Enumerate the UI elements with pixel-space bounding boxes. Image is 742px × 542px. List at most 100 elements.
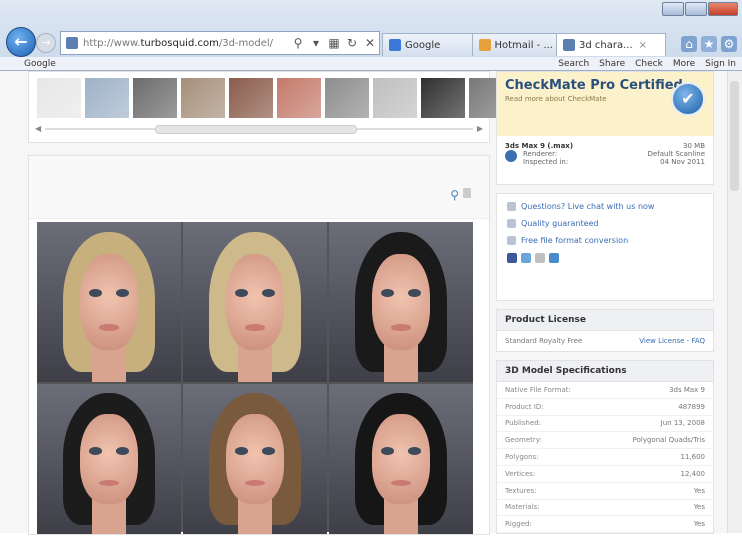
gallery-thumbnail[interactable] (229, 78, 273, 118)
close-tab-icon[interactable]: × (639, 40, 647, 51)
checkmate-banner: CheckMate Pro Certified Read more about … (497, 72, 713, 136)
license-type: Standard Royalty Free (505, 337, 583, 345)
tab-label: Google (405, 39, 441, 51)
spec-label: Materials: (505, 503, 540, 512)
renderer-label: Renderer: (523, 150, 558, 158)
spec-row: Native File Format: 3ds Max 9 (497, 382, 713, 399)
spec-value: 11,600 (680, 453, 706, 462)
sidebar: CheckMate Pro Certified Read more about … (496, 71, 714, 542)
renderer-value: Default Scanline (647, 150, 705, 158)
page-favicon-icon (563, 39, 575, 51)
spec-row: Geometry: Polygonal Quads/Tris (497, 432, 713, 450)
gallery-thumbnail[interactable] (181, 78, 225, 118)
dropdown-icon[interactable]: ▾ (307, 36, 325, 50)
live-chat-link[interactable]: Questions? Live chat with us now (507, 202, 703, 211)
image-viewer: ⚲ (28, 155, 490, 535)
link-label: Free file format conversion (521, 236, 629, 245)
tab-hotmail[interactable]: Hotmail - ... (472, 33, 560, 56)
checkmate-mini-icon (505, 150, 517, 162)
gallery-thumbnail[interactable] (133, 78, 177, 118)
gear-icon[interactable]: ⚙ (721, 36, 737, 52)
google-toolbar-logo[interactable]: Google (24, 59, 56, 69)
character-render (183, 384, 327, 534)
favorites-star-icon[interactable]: ★ (701, 36, 717, 52)
toolbar-more-button[interactable]: More (673, 59, 695, 69)
gallery-thumbnail[interactable] (421, 78, 465, 118)
toolbar-share-button[interactable]: Share (599, 59, 625, 69)
facebook-icon[interactable] (507, 253, 517, 263)
toolbar-check-button[interactable]: Check (635, 59, 663, 69)
spec-value: Jun 13, 2008 (660, 419, 705, 428)
stop-icon[interactable]: ✕ (361, 36, 379, 50)
gallery-thumbnail[interactable] (373, 78, 417, 118)
tab-google[interactable]: Google (382, 33, 474, 56)
gallery-scrollbar[interactable]: ◀ ▶ (35, 124, 483, 134)
spec-value: Yes (693, 503, 705, 512)
window-controls (662, 2, 738, 16)
spec-row: Materials: Yes (497, 500, 713, 517)
spec-label: Vertices: (505, 469, 536, 478)
view-license-link[interactable]: View License - FAQ (639, 337, 705, 345)
specs-box: 3D Model Specifications Native File Form… (496, 360, 714, 535)
email-icon[interactable] (535, 253, 545, 263)
check-icon (507, 219, 516, 228)
address-bar[interactable]: http://www.turbosquid.com/3d-model/ ⚲ ▾ … (60, 31, 380, 55)
spec-row: Rigged: Yes (497, 516, 713, 534)
scroll-right-icon[interactable]: ▶ (477, 124, 483, 133)
spec-value: 3ds Max 9 (669, 385, 705, 394)
character-render (37, 222, 181, 382)
toolbar-search-button[interactable]: Search (558, 59, 589, 69)
forward-button[interactable]: → (36, 33, 56, 53)
search-icon[interactable]: ⚲ (289, 36, 307, 50)
fullscreen-icon[interactable] (463, 188, 471, 198)
page-scrollbar[interactable] (727, 71, 742, 533)
quality-link[interactable]: Quality guaranteed (507, 219, 703, 228)
checkmate-details: 3ds Max 9 (.max) 30 MB Renderer: Default… (497, 136, 713, 184)
spec-row: Vertices: 12,400 (497, 466, 713, 483)
address-url[interactable]: http://www.turbosquid.com/3d-model/ (83, 38, 289, 49)
spec-label: Native File Format: (505, 385, 571, 394)
gallery-thumbnail[interactable] (325, 78, 369, 118)
character-render (329, 222, 473, 382)
scroll-left-icon[interactable]: ◀ (35, 124, 41, 133)
browser-chrome: ← → http://www.turbosquid.com/3d-model/ … (0, 0, 742, 71)
compat-view-icon[interactable]: ▦ (325, 36, 343, 50)
character-render (183, 222, 327, 382)
character-render (329, 384, 473, 534)
page-scroll-thumb[interactable] (730, 81, 739, 191)
file-size: 30 MB (683, 142, 705, 150)
spec-value: Polygonal Quads/Tris (632, 436, 705, 445)
close-window-button[interactable] (708, 2, 738, 16)
chat-icon (507, 202, 516, 211)
social-share-icons (507, 253, 703, 263)
refresh-icon[interactable]: ↻ (343, 36, 361, 50)
toolbar-signin-button[interactable]: Sign In (705, 59, 736, 69)
viewer-header: ⚲ (29, 156, 489, 219)
preview-image[interactable] (37, 222, 473, 534)
tab-3d-characters[interactable]: 3d chara... × (556, 33, 666, 56)
spec-label: Textures: (505, 486, 537, 495)
home-icon[interactable]: ⌂ (681, 36, 697, 52)
gallery-scroll-handle[interactable] (155, 125, 357, 134)
page-content: ◀ ▶ ⚲ CheckMate Pro Certified Read more … (0, 71, 742, 535)
zoom-icon[interactable]: ⚲ (450, 188, 459, 202)
gallery-thumbnail[interactable] (277, 78, 321, 118)
spec-label: Geometry: (505, 436, 542, 445)
convert-icon (507, 236, 516, 245)
gallery-thumbnail[interactable] (37, 78, 81, 118)
license-title: Product License (497, 310, 713, 331)
back-button[interactable]: ← (6, 27, 36, 57)
minimize-button[interactable] (662, 2, 684, 16)
inspected-value: 04 Nov 2011 (660, 158, 705, 166)
character-render (37, 384, 181, 534)
share-icon[interactable] (549, 253, 559, 263)
conversion-link[interactable]: Free file format conversion (507, 236, 703, 245)
maximize-button[interactable] (685, 2, 707, 16)
spec-row: Published: Jun 13, 2008 (497, 416, 713, 433)
tab-label: Hotmail - ... (494, 39, 554, 51)
twitter-icon[interactable] (521, 253, 531, 263)
spec-row: Polygons: 11,600 (497, 449, 713, 466)
spec-row: Textures: Yes (497, 483, 713, 500)
spec-label: Polygons: (505, 453, 539, 462)
gallery-thumbnail[interactable] (85, 78, 129, 118)
